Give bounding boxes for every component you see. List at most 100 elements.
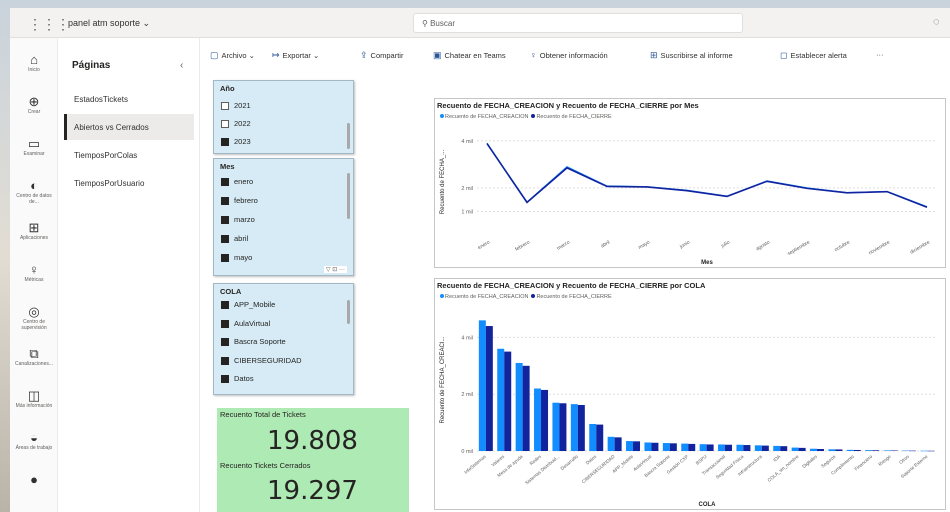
rail-item-monitor[interactable]: ◎ Centro de supervisión xyxy=(12,304,56,331)
queue-slicer-scrollbar[interactable] xyxy=(347,300,350,324)
rail-item-home[interactable]: ⌂ Inicio xyxy=(12,52,56,73)
option-label: mayo xyxy=(234,253,253,262)
checkbox[interactable] xyxy=(221,319,229,328)
browse-icon: ▭ xyxy=(27,136,41,151)
visual-header[interactable]: ▽ ⊡ ··· xyxy=(324,266,347,273)
month-slicer-scrollbar[interactable] xyxy=(347,173,350,219)
bar xyxy=(589,424,597,451)
rail-item-workspaces[interactable]: ◒ Áreas de trabajo xyxy=(12,430,56,451)
rail-item-browse[interactable]: ▭ Examinar xyxy=(12,136,56,157)
legend-label: Recuento de FECHA_CREACION xyxy=(445,294,529,300)
file-menu[interactable]: ▢ Archivo ⌄ xyxy=(210,50,255,61)
checkbox[interactable] xyxy=(221,356,229,365)
checkbox[interactable] xyxy=(221,178,229,187)
bar xyxy=(626,441,634,451)
checkbox[interactable] xyxy=(221,216,229,225)
checkbox[interactable] xyxy=(221,120,229,129)
year-slicer-scrollbar[interactable] xyxy=(347,123,350,149)
rail-item-create[interactable]: ⊕ Crear xyxy=(12,94,56,115)
rail-item-apps[interactable]: ⊞ Aplicaciones xyxy=(12,220,56,241)
checkbox[interactable] xyxy=(221,235,229,244)
more-options-button[interactable]: ··· xyxy=(876,50,884,59)
slicer-option[interactable]: AulaVirtual xyxy=(221,319,270,331)
get-insights-button[interactable]: ♀ Obtener información xyxy=(530,50,608,60)
series-line xyxy=(486,143,928,208)
rail-item-metrics[interactable]: ♀ Métricas xyxy=(12,262,56,283)
lightbulb-icon: ♀ xyxy=(530,50,537,60)
year-slicer[interactable]: Año 2021 2022 2023 xyxy=(213,80,354,154)
share-button[interactable]: ⇪ Compartir xyxy=(360,50,403,61)
app-launcher-icon[interactable]: ⋮⋮⋮ xyxy=(28,16,70,33)
workspace-name[interactable]: panel atm soporte ⌄ xyxy=(68,18,150,29)
total-tickets-value: 19.808 xyxy=(267,426,358,456)
bar xyxy=(669,443,677,451)
bar xyxy=(817,449,825,451)
checkbox[interactable] xyxy=(221,301,229,310)
teams-chat-button[interactable]: ▣ Chatear en Teams xyxy=(433,50,506,61)
month-slicer[interactable]: Mes enero febrero marzo abril mayo ▽ ⊡ ··· xyxy=(213,158,354,276)
bar xyxy=(872,450,880,451)
notifications-icon[interactable]: ◌ xyxy=(933,16,940,28)
slicer-option[interactable]: marzo xyxy=(221,215,255,227)
slicer-option[interactable]: Bascra Soporte xyxy=(221,337,286,349)
slicer-option[interactable]: 2021 xyxy=(221,101,251,113)
page-tab[interactable]: TiemposPorColas xyxy=(64,142,194,168)
export-menu[interactable]: ↦ Exportar ⌄ xyxy=(272,50,319,61)
rail-label: Examinar xyxy=(23,151,45,157)
bar-chart-by-queue[interactable]: 0 mil 2 mil 4 mil Recuento de FECHA_CREACI.… xyxy=(434,278,946,510)
collapse-pane-icon[interactable]: ‹ xyxy=(180,60,183,71)
x-tick-label: mayo xyxy=(637,239,651,250)
chart-title: Recuento de FECHA_CREACION y Recuento de… xyxy=(437,101,699,110)
rail-label: Crear xyxy=(27,109,41,115)
slicer-option[interactable]: febrero xyxy=(221,196,258,208)
bar xyxy=(909,450,917,452)
checkbox[interactable] xyxy=(221,138,229,147)
slicer-option[interactable]: enero xyxy=(221,177,253,189)
queue-slicer[interactable]: COLA APP_Mobile AulaVirtual Bascra Soporte… xyxy=(213,283,354,395)
x-axis-label: COLA xyxy=(699,502,717,508)
bar xyxy=(791,447,799,451)
rail-item-learn[interactable]: ◫ Más información xyxy=(12,388,56,409)
rail-label: Centro de supervisión xyxy=(21,319,47,331)
slicer-option[interactable]: APP_Mobile xyxy=(221,300,275,312)
checkbox[interactable] xyxy=(221,197,229,206)
bar xyxy=(534,388,542,451)
rail-item-account[interactable]: ● xyxy=(12,472,56,487)
x-tick-label: Valores xyxy=(490,453,505,467)
line-chart-by-month[interactable]: 1 mil 2 mil 4 mil Recuento de FECHA_... Mes e… xyxy=(434,98,946,268)
bar xyxy=(725,444,733,451)
checkbox[interactable] xyxy=(221,338,229,347)
page-tab[interactable]: Abiertos vs Cerrados xyxy=(64,114,194,140)
x-tick-label: Desarrollo xyxy=(560,454,580,472)
subscribe-button[interactable]: ⊞ Suscribirse al informe xyxy=(650,50,733,61)
share-icon: ⇪ xyxy=(360,50,368,60)
slicer-option[interactable]: CIBERSEGURIDAD xyxy=(221,356,302,368)
slicer-option[interactable]: abril xyxy=(221,234,248,246)
option-label: Bascra Soporte xyxy=(234,337,286,346)
bar xyxy=(515,362,523,451)
bar xyxy=(633,441,641,451)
slicer-option[interactable]: 2023 xyxy=(221,137,251,149)
top-bar: ⋮⋮⋮ panel atm soporte ⌄ ⚲ Buscar ◌ xyxy=(10,8,950,38)
subscribe-label: Suscribirse al informe xyxy=(660,51,733,60)
workspaces-icon: ◒ xyxy=(30,430,38,445)
rail-item-data-hub[interactable]: ◐ Centro de datos de... xyxy=(12,178,56,205)
checkbox[interactable] xyxy=(221,254,229,263)
checkbox[interactable] xyxy=(221,102,229,111)
powerbi-window: ⋮⋮⋮ panel atm soporte ⌄ ⚲ Buscar ◌ ⌂ Inic… xyxy=(10,8,950,512)
x-tick-label: COLA_sin_nombre xyxy=(766,454,799,483)
rail-item-deployment[interactable]: ⧉ Canalizaciones... xyxy=(12,346,56,367)
checkbox[interactable] xyxy=(221,375,229,384)
set-alert-button[interactable]: ◻ Establecer alerta xyxy=(780,50,847,61)
insights-label: Obtener información xyxy=(539,51,608,60)
legend-dot xyxy=(440,114,444,118)
bar xyxy=(920,450,928,452)
page-tab[interactable]: TiemposPorUsuario xyxy=(64,170,194,196)
closed-tickets-value: 19.297 xyxy=(267,476,358,506)
file-icon: ▢ xyxy=(210,50,219,60)
slicer-option[interactable]: mayo xyxy=(221,253,252,265)
slicer-option[interactable]: Datos xyxy=(221,374,254,386)
slicer-option[interactable]: 2022 xyxy=(221,119,251,131)
page-tab[interactable]: EstadosTickets xyxy=(64,86,194,112)
search-box[interactable]: ⚲ Buscar xyxy=(413,13,743,33)
